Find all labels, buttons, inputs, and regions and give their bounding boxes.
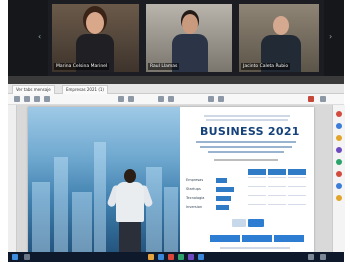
screen: ‹ Marina Celsina Marinel Raul Llamas Jac… xyxy=(0,0,350,262)
next-participants-icon[interactable]: › xyxy=(329,32,332,41)
table-header xyxy=(288,169,306,175)
table-row-label: Tecnologia xyxy=(186,196,205,200)
taskbar xyxy=(8,252,344,262)
previous-participants-icon[interactable]: ‹ xyxy=(38,32,41,41)
participant-name: Raul Llamas xyxy=(148,63,180,70)
page-content: BUSINESS 2021 Empresas Startups Tecnologia… xyxy=(180,107,314,252)
pdf-page: BUSINESS 2021 Empresas Startups Tecnologia… xyxy=(28,107,314,252)
table-header-row xyxy=(186,169,308,176)
footer-tab xyxy=(242,235,272,242)
text-line xyxy=(196,141,296,143)
app-icon[interactable] xyxy=(178,254,184,260)
page-headline: BUSINESS 2021 xyxy=(200,125,300,138)
table-cell xyxy=(248,204,266,205)
video-participants-strip: ‹ Marina Celsina Marinel Raul Llamas Jac… xyxy=(8,0,344,76)
table-row-label: Inversion xyxy=(186,205,203,209)
table-cell xyxy=(288,177,306,178)
participant-name: Jacinto Caleta Rubio xyxy=(241,63,291,70)
businessman-figure xyxy=(106,167,154,252)
tool-icon[interactable] xyxy=(336,159,342,165)
tool-icon[interactable] xyxy=(336,171,342,177)
select-tool-icon[interactable] xyxy=(208,96,214,102)
share-icon[interactable] xyxy=(308,96,314,102)
logo-badge xyxy=(248,219,264,227)
tool-icon[interactable] xyxy=(336,111,342,117)
cover-photo xyxy=(28,107,180,252)
app-icon[interactable] xyxy=(148,254,154,260)
logo-badge xyxy=(232,219,246,227)
table-row: Tecnologia xyxy=(186,195,308,202)
tool-icon[interactable] xyxy=(336,183,342,189)
tool-icon[interactable] xyxy=(336,195,342,201)
table-cell xyxy=(268,186,286,187)
footer-tab xyxy=(210,235,240,242)
table-row: Empresas xyxy=(186,177,308,184)
system-tray-icon[interactable] xyxy=(308,254,314,260)
table-row-bar xyxy=(216,187,234,192)
table-row: Startups xyxy=(186,186,308,193)
save-icon[interactable] xyxy=(24,96,30,102)
participant-tile[interactable]: Raul Llamas xyxy=(146,4,232,72)
print-icon[interactable] xyxy=(34,96,40,102)
zoom-out-icon[interactable] xyxy=(158,96,164,102)
next-page-icon[interactable] xyxy=(128,96,134,102)
table-row-label: Empresas xyxy=(186,178,204,182)
table-row-bar xyxy=(216,196,231,201)
text-line xyxy=(200,146,292,148)
home-icon[interactable] xyxy=(14,96,20,102)
participant-tile[interactable]: Jacinto Caleta Rubio xyxy=(239,4,319,72)
previous-page-icon[interactable] xyxy=(118,96,124,102)
participant-name: Marina Celsina Marinel xyxy=(54,63,110,70)
tab-document[interactable]: Ver tabs mensaje xyxy=(12,85,55,94)
app-icon[interactable] xyxy=(198,254,204,260)
table-cell xyxy=(248,177,266,178)
table-cell xyxy=(248,186,266,187)
hand-tool-icon[interactable] xyxy=(218,96,224,102)
footer-tab xyxy=(274,235,304,242)
left-sidebar-rail xyxy=(8,105,17,252)
viewer-tab-bar: Ver tabs mensaje Empresas 2021 (1) xyxy=(8,84,344,94)
shared-screen: Ver tabs mensaje Empresas 2021 (1) BUSIN… xyxy=(8,76,345,252)
table-cell xyxy=(268,195,286,196)
kicker-line xyxy=(204,115,290,117)
search-icon[interactable] xyxy=(44,96,50,102)
table-cell xyxy=(288,204,306,205)
strip-left-panel: ‹ xyxy=(8,0,48,76)
right-tools-rail xyxy=(332,105,345,252)
clock-icon[interactable] xyxy=(320,254,326,260)
table-header xyxy=(248,169,266,175)
app-icon[interactable] xyxy=(188,254,194,260)
tool-icon[interactable] xyxy=(336,135,342,141)
table-row-bar xyxy=(216,205,229,210)
tab-business-pdf[interactable]: Empresas 2021 (1) xyxy=(62,85,108,94)
table-cell xyxy=(268,177,286,178)
footer-text-line xyxy=(220,247,290,249)
table-row-label: Startups xyxy=(186,187,201,191)
app-icon[interactable] xyxy=(168,254,174,260)
zoom-in-icon[interactable] xyxy=(168,96,174,102)
viewer-toolbar xyxy=(8,94,344,105)
tool-icon[interactable] xyxy=(336,147,342,153)
app-icon[interactable] xyxy=(158,254,164,260)
table-cell xyxy=(248,195,266,196)
table-header xyxy=(268,169,286,175)
table-row-bar xyxy=(216,178,227,183)
search-icon[interactable] xyxy=(24,254,30,260)
strip-right-panel: › xyxy=(324,0,344,76)
table-cell xyxy=(288,186,306,187)
text-line xyxy=(208,151,284,153)
menu-icon[interactable] xyxy=(320,96,326,102)
table-row: Inversion xyxy=(186,204,308,211)
table-cell xyxy=(268,204,286,205)
table-cell xyxy=(288,195,306,196)
participant-tile[interactable]: Marina Celsina Marinel xyxy=(52,4,139,72)
viewer-titlebar xyxy=(8,76,344,84)
tool-icon[interactable] xyxy=(336,123,342,129)
kicker-line xyxy=(206,119,288,121)
start-icon[interactable] xyxy=(12,254,18,260)
footer-tabs xyxy=(210,235,310,243)
text-line xyxy=(214,159,278,161)
